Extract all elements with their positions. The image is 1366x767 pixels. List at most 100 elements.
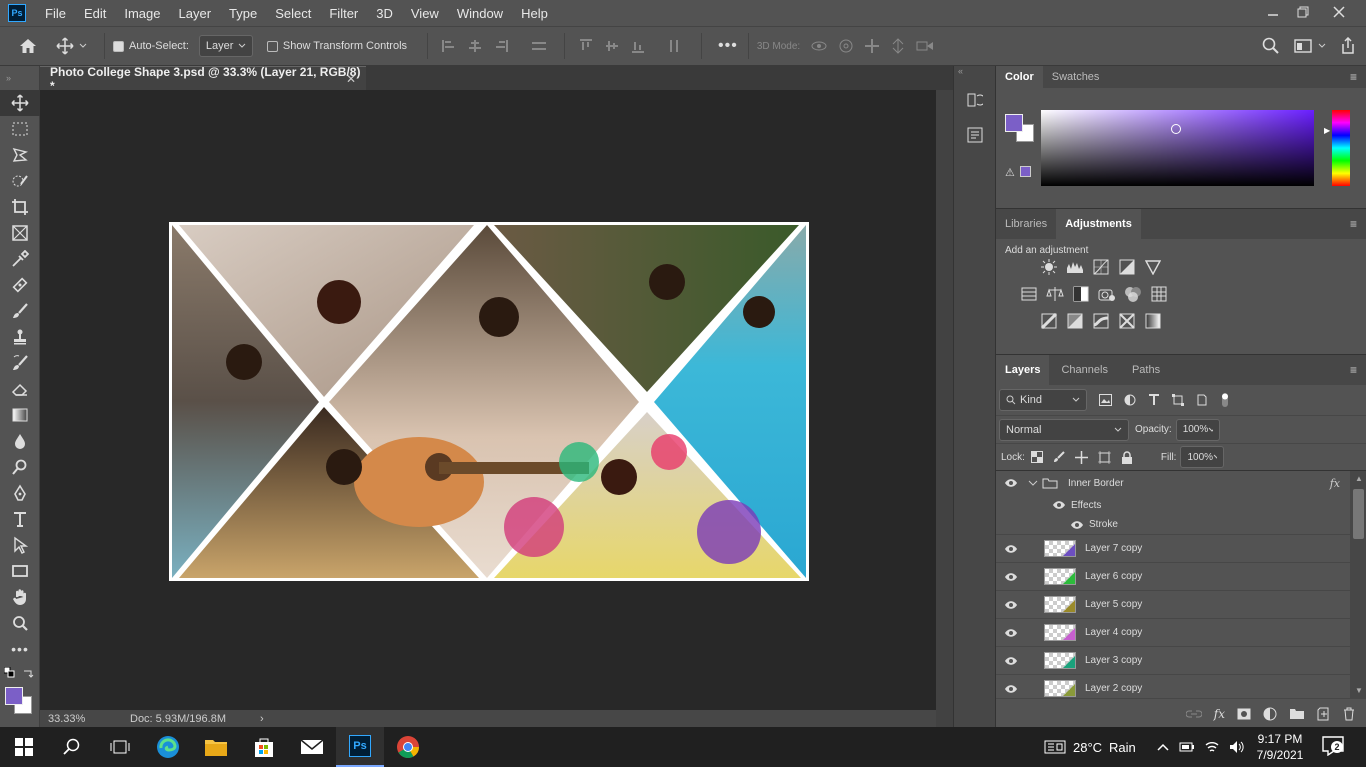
layers-panel-menu-icon[interactable]: ≡: [1340, 355, 1366, 385]
tab-paths[interactable]: Paths: [1120, 355, 1172, 385]
close-tab-icon[interactable]: ✕: [346, 72, 356, 86]
foreground-color-swatch[interactable]: [5, 687, 23, 705]
photo-filter-icon[interactable]: [1098, 285, 1116, 303]
tab-color[interactable]: Color: [996, 66, 1043, 88]
zoom-level[interactable]: 33.33%: [40, 713, 120, 725]
align-right-icon[interactable]: [494, 39, 509, 53]
close-window-button[interactable]: [1320, 0, 1358, 24]
layer-filter-dropdown[interactable]: Kind: [999, 389, 1087, 411]
new-group-icon[interactable]: [1289, 708, 1305, 720]
more-options-icon[interactable]: •••: [718, 37, 738, 55]
layers-scroll-thumb[interactable]: [1353, 489, 1364, 539]
move-tool-preset-icon[interactable]: [56, 37, 96, 55]
file-explorer-icon[interactable]: [192, 727, 240, 767]
align-center-icon[interactable]: [468, 39, 482, 53]
stroke-eye-icon[interactable]: [1070, 520, 1084, 530]
visibility-eye-icon[interactable]: [996, 572, 1026, 582]
dodge-tool-icon[interactable]: [0, 454, 40, 480]
align-left-icon[interactable]: [442, 39, 456, 53]
clone-stamp-tool-icon[interactable]: [0, 324, 40, 350]
new-adjustment-layer-icon[interactable]: [1263, 707, 1277, 721]
menu-edit[interactable]: Edit: [75, 6, 115, 21]
zoom-tool-icon[interactable]: [0, 610, 40, 636]
auto-select-checkbox[interactable]: [113, 40, 124, 52]
black-white-icon[interactable]: [1072, 285, 1090, 303]
eraser-tool-icon[interactable]: [0, 376, 40, 402]
hue-saturation-icon[interactable]: [1020, 285, 1038, 303]
menu-3d[interactable]: 3D: [367, 6, 402, 21]
panel-foreground-swatch[interactable]: [1005, 114, 1023, 132]
distribute-icon[interactable]: [530, 39, 548, 53]
default-colors-icon[interactable]: [4, 667, 16, 679]
move-tool-icon[interactable]: [0, 90, 40, 116]
auto-select-dropdown[interactable]: Layer: [198, 35, 253, 57]
lock-position-icon[interactable]: [1074, 450, 1088, 464]
menu-filter[interactable]: Filter: [320, 6, 367, 21]
filter-smart-object-icon[interactable]: [1196, 394, 1208, 406]
lock-artboard-icon[interactable]: [1097, 450, 1111, 464]
3d-scale-icon[interactable]: [916, 38, 934, 54]
adjustments-panel-menu-icon[interactable]: ≡: [1340, 209, 1366, 239]
3d-slide-icon[interactable]: [890, 38, 906, 54]
curves-icon[interactable]: [1092, 258, 1110, 276]
visibility-eye-icon[interactable]: [996, 544, 1026, 554]
layer-row[interactable]: Layer 5 copy: [996, 591, 1350, 619]
clock[interactable]: 9:17 PM 7/9/2021: [1252, 731, 1308, 763]
history-brush-tool-icon[interactable]: [0, 350, 40, 376]
mail-icon[interactable]: [288, 727, 336, 767]
notifications-icon[interactable]: 2: [1322, 736, 1344, 759]
exposure-icon[interactable]: [1118, 258, 1136, 276]
group-expand-chevron-icon[interactable]: [1028, 478, 1038, 488]
filter-shape-icon[interactable]: [1172, 394, 1184, 406]
brightness-contrast-icon[interactable]: [1040, 258, 1058, 276]
marquee-tool-icon[interactable]: [0, 116, 40, 142]
document-tab[interactable]: Photo College Shape 3.psd @ 33.3% (Layer…: [40, 65, 366, 93]
fx-icon[interactable]: fx: [1330, 477, 1340, 490]
menu-file[interactable]: File: [36, 6, 75, 21]
gamut-swatch[interactable]: [1020, 166, 1031, 177]
3d-pan-icon[interactable]: [864, 38, 880, 54]
menu-window[interactable]: Window: [448, 6, 512, 21]
windows-start-icon[interactable]: [0, 727, 48, 767]
hand-tool-icon[interactable]: [0, 584, 40, 610]
collapse-tools-icon[interactable]: »: [0, 66, 39, 90]
align-middle-icon[interactable]: [605, 39, 619, 53]
tab-libraries[interactable]: Libraries: [996, 209, 1056, 239]
blend-mode-dropdown[interactable]: Normal: [999, 418, 1129, 441]
visibility-eye-icon[interactable]: [996, 684, 1026, 694]
filter-type-icon[interactable]: [1148, 394, 1160, 406]
quick-selection-tool-icon[interactable]: [0, 168, 40, 194]
wifi-icon[interactable]: [1204, 740, 1220, 754]
color-lookup-icon[interactable]: [1150, 285, 1168, 303]
add-mask-icon[interactable]: [1237, 708, 1251, 720]
add-layer-style-icon[interactable]: fx: [1214, 707, 1225, 721]
filter-toggle-icon[interactable]: [1220, 392, 1230, 408]
channel-mixer-icon[interactable]: [1124, 285, 1142, 303]
brush-tool-icon[interactable]: [0, 298, 40, 324]
layer-row[interactable]: Layer 4 copy: [996, 619, 1350, 647]
blur-tool-icon[interactable]: [0, 428, 40, 454]
photoshop-taskbar-icon[interactable]: Ps: [336, 727, 384, 767]
filter-adjustment-icon[interactable]: [1124, 394, 1136, 406]
menu-select[interactable]: Select: [266, 6, 320, 21]
gradient-map-icon[interactable]: [1144, 312, 1162, 330]
tab-layers[interactable]: Layers: [996, 355, 1050, 385]
history-panel-icon[interactable]: [967, 92, 995, 111]
tab-swatches[interactable]: Swatches: [1043, 66, 1109, 88]
layer-row[interactable]: Layer 2 copy: [996, 675, 1350, 698]
threshold-icon[interactable]: [1092, 312, 1110, 330]
eyedropper-tool-icon[interactable]: [0, 246, 40, 272]
visibility-eye-icon[interactable]: [996, 656, 1026, 666]
lock-all-icon[interactable]: [1121, 450, 1133, 464]
share-icon[interactable]: [1340, 36, 1356, 58]
photo-collage-artwork[interactable]: [169, 222, 809, 581]
tab-channels[interactable]: Channels: [1049, 355, 1119, 385]
visibility-eye-icon[interactable]: [996, 600, 1026, 610]
taskbar-search-icon[interactable]: [48, 727, 96, 767]
3d-roll-icon[interactable]: [838, 38, 854, 54]
opacity-field[interactable]: 100%: [1175, 418, 1220, 441]
color-panel-menu-icon[interactable]: ≡: [1340, 66, 1366, 88]
effects-row[interactable]: Effects: [996, 495, 1350, 515]
layer-group-inner-border[interactable]: Inner Border fx: [996, 471, 1350, 495]
pen-tool-icon[interactable]: [0, 480, 40, 506]
